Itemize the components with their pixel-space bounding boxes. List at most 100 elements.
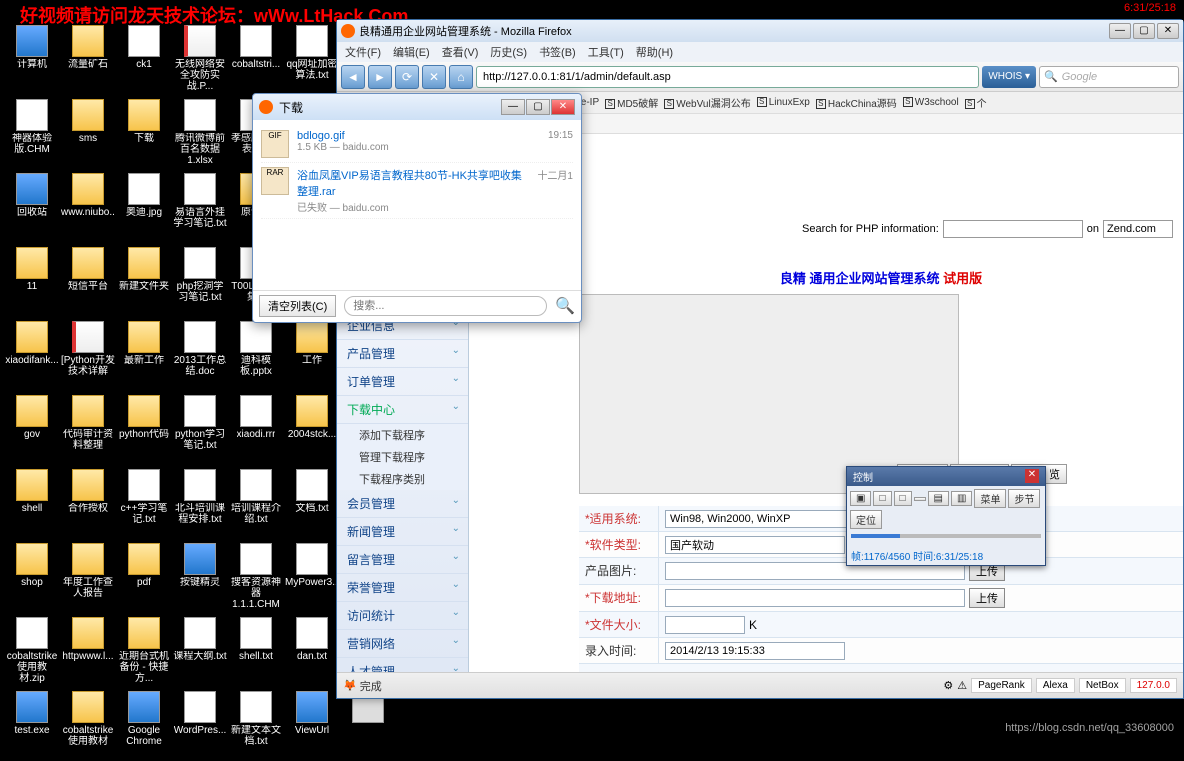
sidebar-item[interactable]: 添加下载程序 <box>337 424 468 446</box>
media-button[interactable]: ▣ <box>850 491 871 506</box>
sidebar-item[interactable]: 管理下载程序 <box>337 446 468 468</box>
desktop-icon[interactable]: dan.txt <box>285 617 339 687</box>
desktop-icon[interactable]: shell <box>5 469 59 539</box>
alexa-badge[interactable]: Alexa <box>1036 678 1075 693</box>
firefox-titlebar[interactable]: 良精通用企业网站管理系统 - Mozilla Firefox — ▢ ✕ <box>337 20 1183 42</box>
search-box[interactable]: 🔍 Google <box>1039 66 1179 88</box>
download-item[interactable]: RAR浴血凤凰VIP易语言教程共80节-HK共享吧收集整理.rar已失败 — b… <box>261 163 573 219</box>
stop-button[interactable]: ✕ <box>422 65 446 89</box>
gear-icon[interactable]: ⚙ <box>943 679 953 692</box>
desktop-icon[interactable]: 近期台式机备份 - 快捷方... <box>117 617 171 687</box>
desktop-icon[interactable]: ck1 <box>117 25 171 95</box>
desktop-icon[interactable]: cobaltstrike使用教材 <box>61 691 115 761</box>
bookmark-item[interactable]: SLinuxExp <box>757 97 810 108</box>
sidebar-item[interactable]: 人才管理⌄ <box>337 658 468 672</box>
media-control-panel[interactable]: 控制 ✕ ▣□□ ▤▥菜单步节定位 帧:1176/4560 时间:6:31/25… <box>846 466 1046 566</box>
desktop-icon[interactable]: 神器体验版.CHM <box>5 99 59 169</box>
desktop-icon[interactable]: 新建文本文档.txt <box>229 691 283 761</box>
forward-button[interactable]: ► <box>368 65 392 89</box>
bookmark-item[interactable]: SMD5破解 <box>605 95 658 110</box>
desktop-icon[interactable]: 下载 <box>117 99 171 169</box>
desktop-icon[interactable]: 无线网络安全攻防实战.P... <box>173 25 227 95</box>
bookmark-item[interactable]: SHackChina源码 <box>816 95 897 110</box>
desktop-icon[interactable]: php挖洞学习笔记.txt <box>173 247 227 317</box>
desktop-icon[interactable]: httpwww.l... <box>61 617 115 687</box>
home-button[interactable]: ⌂ <box>449 65 473 89</box>
desktop-icon[interactable]: 课程大纲.txt <box>173 617 227 687</box>
media-button[interactable]: □ <box>873 491 891 506</box>
desktop-icon[interactable]: ViewUrl <box>285 691 339 761</box>
url-upload-button[interactable]: 上传 <box>969 588 1005 608</box>
maximize-button[interactable]: ▢ <box>1133 23 1155 39</box>
media-button[interactable]: ▥ <box>951 491 972 506</box>
desktop-icon[interactable]: www.niubo... <box>61 173 115 243</box>
menu-item[interactable]: 历史(S) <box>490 44 527 60</box>
desktop-icon[interactable]: WordPres... <box>173 691 227 761</box>
desktop-icon[interactable]: 奥迪.jpg <box>117 173 171 243</box>
desktop-icon[interactable]: 按键精灵 <box>173 543 227 613</box>
desktop-icon[interactable]: 回收站 <box>5 173 59 243</box>
download-search-input[interactable] <box>344 296 547 316</box>
sidebar-item[interactable]: 访问统计⌄ <box>337 602 468 630</box>
desktop-icon[interactable]: 年度工作查人报告 <box>61 543 115 613</box>
desktop-icon[interactable]: xiaodi.rrr <box>229 395 283 465</box>
desktop-icon[interactable]: sms <box>61 99 115 169</box>
media-button[interactable]: 定位 <box>850 510 882 529</box>
clear-list-button[interactable]: 清空列表(C) <box>259 295 336 317</box>
php-site-input[interactable] <box>1103 220 1173 238</box>
media-button[interactable] <box>914 497 926 501</box>
desktop-icon[interactable]: 易语言外挂学习笔记.txt <box>173 173 227 243</box>
desktop-icon[interactable]: 培训课程介绍.txt <box>229 469 283 539</box>
menu-item[interactable]: 编辑(E) <box>393 44 430 60</box>
menu-item[interactable]: 书签(B) <box>539 44 576 60</box>
desktop-icon[interactable]: 新建文件夹 <box>117 247 171 317</box>
desktop-icon[interactable]: 合作授权 <box>61 469 115 539</box>
sidebar-item[interactable]: 营销网络⌄ <box>337 630 468 658</box>
sidebar-item[interactable]: 下载程序类别 <box>337 468 468 490</box>
dl-maximize-button[interactable]: ▢ <box>526 99 550 115</box>
menu-item[interactable]: 文件(F) <box>345 44 381 60</box>
warning-icon[interactable]: ⚠ <box>957 679 967 692</box>
desktop-icon[interactable]: 最新工作 <box>117 321 171 391</box>
dl-minimize-button[interactable]: — <box>501 99 525 115</box>
desktop-icon[interactable]: 搜客资源神器1.1.1.CHM <box>229 543 283 613</box>
desktop-icon[interactable]: 工作 <box>285 321 339 391</box>
url-bar[interactable]: http://127.0.0.1:81/1/admin/default.asp <box>476 66 979 88</box>
sidebar-item[interactable]: 留言管理⌄ <box>337 546 468 574</box>
sidebar-item[interactable]: 下载中心⌄ <box>337 396 468 424</box>
media-button[interactable]: 菜单 <box>974 489 1006 508</box>
media-titlebar[interactable]: 控制 ✕ <box>847 467 1045 486</box>
desktop-icon[interactable]: 代码审计资料整理 <box>61 395 115 465</box>
desktop-icon[interactable]: c++学习笔记.txt <box>117 469 171 539</box>
download-item[interactable]: GIFbdlogo.gif1.5 KB — baidu.com19:15 <box>261 126 573 163</box>
sidebar-item[interactable]: 新闻管理⌄ <box>337 518 468 546</box>
media-button[interactable]: 步节 <box>1008 489 1040 508</box>
desktop-icon[interactable]: 计算机 <box>5 25 59 95</box>
desktop-icon[interactable]: test.exe <box>5 691 59 761</box>
back-button[interactable]: ◄ <box>341 65 365 89</box>
whois-button[interactable]: WHOIS ▾ <box>982 66 1036 88</box>
desktop-icon[interactable]: 2013工作总结.doc <box>173 321 227 391</box>
menu-item[interactable]: 查看(V) <box>442 44 479 60</box>
desktop-icon[interactable]: 短信平台 <box>61 247 115 317</box>
desktop-icon[interactable]: python代码 <box>117 395 171 465</box>
desktop-icon[interactable]: gov <box>5 395 59 465</box>
desktop-icon[interactable]: 11 <box>5 247 59 317</box>
desktop-icon[interactable]: qq网址加密算法.txt <box>285 25 339 95</box>
desktop-icon[interactable]: cobaltstrike使用教材.zip <box>5 617 59 687</box>
desktop-icon[interactable]: Google Chrome <box>117 691 171 761</box>
desktop-icon[interactable]: pdf <box>117 543 171 613</box>
php-search-input[interactable] <box>943 220 1083 238</box>
desktop-icon[interactable]: 腾讯微博前百名数据1.xlsx <box>173 99 227 169</box>
desktop-icon[interactable]: xiaodifank... <box>5 321 59 391</box>
time-input[interactable] <box>665 642 845 660</box>
desktop-icon[interactable]: shop <box>5 543 59 613</box>
desktop-icon[interactable]: 迪科模板.pptx <box>229 321 283 391</box>
media-button[interactable]: □ <box>894 491 912 506</box>
pagerank-badge[interactable]: PageRank <box>971 678 1032 693</box>
bookmark-item[interactable]: SWebVul漏洞公布 <box>664 95 750 110</box>
close-button[interactable]: ✕ <box>1157 23 1179 39</box>
desktop-icon[interactable] <box>341 691 395 761</box>
menu-item[interactable]: 帮助(H) <box>636 44 673 60</box>
desktop-icon[interactable]: [Python开发技术详解 <box>61 321 115 391</box>
